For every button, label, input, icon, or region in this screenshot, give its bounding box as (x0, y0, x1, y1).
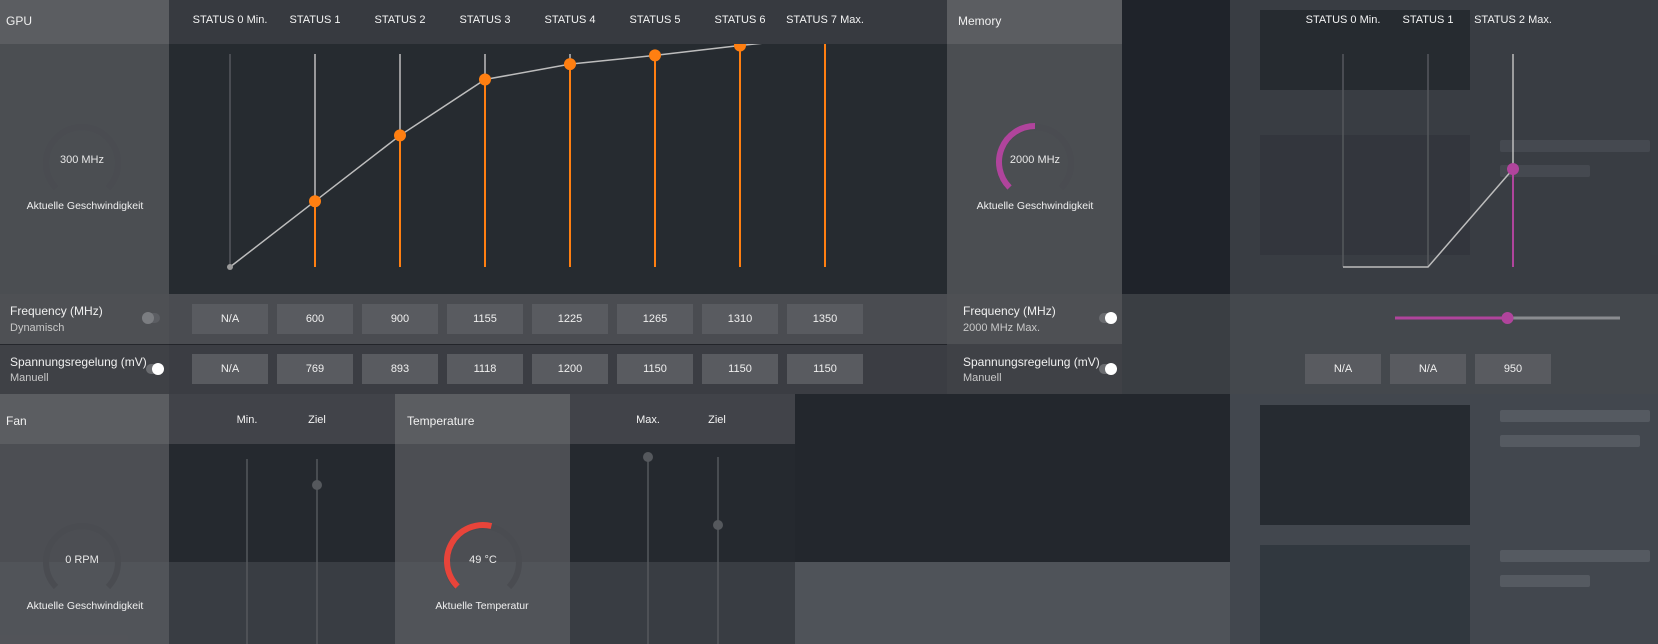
memory-title: Memory (958, 14, 1002, 28)
memory-gauge-caption: Aktuelle Geschwindigkeit (976, 200, 1094, 212)
memory-voltage-toggle[interactable] (1099, 363, 1117, 375)
gpu-frequency-input-0[interactable]: N/A (192, 304, 268, 334)
gpu-frequency-chart[interactable] (169, 44, 947, 294)
gpu-frequency-input-4[interactable]: 1225 (532, 304, 608, 334)
temperature-gauge-value: 49 °C (469, 554, 497, 566)
gpu-title: GPU (6, 14, 33, 28)
gpu-voltage-label: Spannungsregelung (mV) (10, 355, 147, 369)
gpu-voltage-input-7[interactable]: 1150 (787, 354, 863, 384)
memory-state-header-2: STATUS 2 Max. (1474, 14, 1552, 26)
memory-gauge-value: 2000 MHz (1009, 154, 1061, 166)
memory-voltage-input-0[interactable]: N/A (1305, 354, 1381, 384)
gpu-state-point-4 (564, 58, 576, 71)
memory-frequency-label: Frequency (MHz) (963, 304, 1056, 318)
gpu-voltage-input-1[interactable]: 769 (277, 354, 353, 384)
memory-voltage-input-1[interactable]: N/A (1390, 354, 1466, 384)
memory-frequency-toggle[interactable] (1099, 312, 1117, 324)
memory-slider-handle (1501, 312, 1514, 324)
temperature-curve[interactable] (570, 444, 795, 644)
temperature-col-max: Max. (636, 414, 660, 426)
gpu-frequency-input-7[interactable]: 1350 (787, 304, 863, 334)
gpu-frequency-input-1[interactable]: 600 (277, 304, 353, 334)
gpu-frequency-input-3[interactable]: 1155 (447, 304, 523, 334)
gpu-state-point-6 (734, 44, 746, 52)
gpu-state-point-3 (479, 73, 491, 86)
gpu-frequency-input-6[interactable]: 1310 (702, 304, 778, 334)
gpu-state-point-2 (394, 129, 406, 142)
temperature-title: Temperature (407, 414, 475, 428)
fan-col-target: Ziel (308, 414, 326, 426)
gpu-voltage-input-2[interactable]: 893 (362, 354, 438, 384)
gpu-state-point-0 (227, 264, 233, 270)
gpu-frequency-input-5[interactable]: 1265 (617, 304, 693, 334)
fan-gauge-caption: Aktuelle Geschwindigkeit (26, 600, 144, 612)
fan-title: Fan (6, 414, 27, 428)
gpu-voltage-mode: Manuell (10, 372, 49, 384)
gpu-voltage-input-5[interactable]: 1150 (617, 354, 693, 384)
memory-voltage-label: Spannungsregelung (mV) (963, 355, 1100, 369)
gpu-frequency-curve (229, 44, 763, 268)
gpu-frequency-input-2[interactable]: 900 (362, 304, 438, 334)
gpu-voltage-input-0[interactable]: N/A (192, 354, 268, 384)
gpu-frequency-toggle[interactable] (142, 312, 160, 324)
memory-frequency-max: 2000 MHz Max. (963, 322, 1041, 334)
gpu-voltage-input-3[interactable]: 1118 (447, 354, 523, 384)
temperature-col-target: Ziel (708, 414, 726, 426)
temperature-gauge-caption: Aktuelle Temperatur (435, 600, 529, 612)
gpu-gauge-value: 300 MHz (59, 154, 105, 166)
gpu-frequency-label: Frequency (MHz) (10, 304, 103, 318)
gpu-frequency-mode: Dynamisch (10, 322, 65, 334)
memory-frequency-chart[interactable] (1122, 44, 1658, 294)
fan-col-min: Min. (236, 414, 258, 426)
gpu-state-point-5 (649, 49, 661, 62)
gpu-voltage-input-4[interactable]: 1200 (532, 354, 608, 384)
gpu-voltage-input-6[interactable]: 1150 (702, 354, 778, 384)
fan-gauge-value: 0 RPM (65, 554, 99, 566)
gpu-state-header-7: STATUS 7 Max. (786, 14, 864, 26)
memory-voltage-input-2[interactable]: 950 (1475, 354, 1551, 384)
gpu-gauge-caption: Aktuelle Geschwindigkeit (26, 200, 144, 212)
gpu-state-point-1 (309, 195, 321, 208)
gpu-voltage-toggle[interactable] (146, 363, 164, 375)
memory-state-point-2 (1507, 163, 1519, 175)
fan-curve[interactable] (169, 444, 395, 644)
memory-voltage-mode: Manuell (963, 372, 1002, 384)
memory-frequency-slider[interactable] (1390, 310, 1630, 326)
